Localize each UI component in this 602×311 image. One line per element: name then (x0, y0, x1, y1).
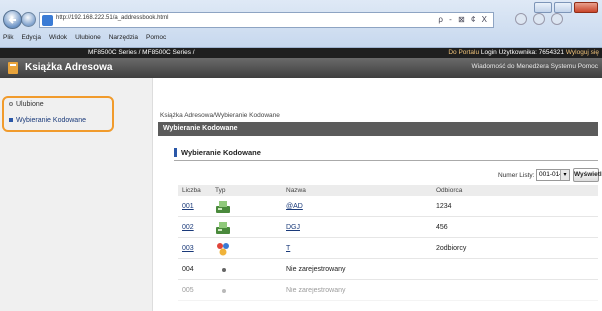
fax-icon (216, 222, 230, 234)
column-name: Nazwa (286, 187, 306, 194)
page-favicon (42, 15, 53, 26)
bullet-icon (9, 102, 13, 107)
section-title: Wybieranie Kodowane (163, 125, 238, 132)
entry-number: 005 (182, 287, 194, 294)
menu-help[interactable]: Pomoc (146, 34, 166, 46)
address-bar[interactable]: http://192.168.222.51/a_addressbook.html… (39, 12, 494, 28)
logout-link[interactable]: Wyloguj się (566, 49, 599, 56)
chevron-down-icon: ▾ (560, 170, 569, 180)
entry-number-link[interactable]: 001 (182, 203, 194, 210)
url-text: http://192.168.222.51/a_addressbook.html (56, 15, 169, 21)
bullet-icon (9, 118, 13, 123)
table-row: 002 DGJ 456 (178, 218, 598, 238)
tools-gear-icon[interactable] (551, 13, 563, 25)
address-book-icon (8, 62, 18, 74)
group-icon (217, 243, 229, 256)
portal-link[interactable]: Do Portalu (448, 49, 479, 56)
entry-number-link[interactable]: 003 (182, 245, 194, 252)
entry-name-link[interactable]: @AD (286, 203, 303, 210)
menu-favorites[interactable]: Ulubione (75, 34, 101, 46)
browser-titlebar: http://192.168.222.51/a_addressbook.html… (0, 0, 602, 48)
arrow-left-icon (8, 16, 16, 24)
empty-type-icon (222, 289, 226, 293)
sidebar-item-coded-dial[interactable]: Wybieranie Kodowane (9, 117, 86, 124)
menu-file[interactable]: Plik (3, 34, 13, 46)
list-number-select[interactable]: 001-014 ▾ (536, 169, 570, 181)
column-number: Liczba (182, 187, 201, 194)
close-button[interactable] (574, 2, 598, 13)
app-header: Książka Adresowa Wiadomość do Menedżera … (0, 58, 602, 78)
sidebar-item-label: Ulubione (16, 101, 44, 108)
empty-type-icon (222, 268, 226, 272)
sidebar-item-favorites[interactable]: Ulubione (9, 101, 44, 108)
product-bar: MF8500C Series / MF8500C Series / Do Por… (0, 48, 602, 58)
column-recipient: Odbiorca (436, 187, 463, 194)
entry-name: Nie zarejestrowany (286, 287, 346, 294)
entry-number-link[interactable]: 002 (182, 224, 194, 231)
entry-name-link[interactable]: T (286, 245, 290, 252)
subsection-title: Wybieranie Kodowane (174, 148, 261, 157)
entry-recipient: 2odbiorcy (436, 245, 467, 252)
show-button[interactable]: Wyświetl (573, 168, 602, 182)
entry-recipient: 456 (436, 224, 448, 231)
section-title-bar: Wybieranie Kodowane (158, 122, 598, 136)
login-label: Login Użytkownika: 7654321 (480, 49, 564, 56)
browser-toolbar-icons (515, 13, 563, 25)
header-links: Wiadomość do Menedżera Systemu Pomoc (472, 63, 598, 70)
menu-bar: Plik Edycja Widok Ulubione Narzędzia Pom… (0, 34, 166, 46)
menu-tools[interactable]: Narzędzia (109, 34, 138, 46)
entry-number: 004 (182, 266, 194, 273)
address-bar-controls[interactable]: ρ - ⊠ ¢ X (438, 15, 489, 24)
admin-message-link[interactable]: Wiadomość do Menedżera Systemu (472, 63, 576, 70)
divider (174, 160, 598, 161)
forward-button[interactable] (21, 12, 36, 27)
sidebar-item-label: Wybieranie Kodowane (16, 117, 86, 124)
entry-name-link[interactable]: DGJ (286, 224, 300, 231)
menu-view[interactable]: Widok (49, 34, 67, 46)
browser-window: { "browser": { "url": "http://192.168.22… (0, 0, 602, 311)
table-row: 004 Nie zarejestrowany (178, 260, 598, 280)
menu-edit[interactable]: Edycja (21, 34, 41, 46)
minimize-button[interactable] (534, 2, 552, 13)
entry-name: Nie zarejestrowany (286, 266, 346, 273)
entry-recipient: 1234 (436, 203, 452, 210)
page-title: Książka Adresowa (25, 62, 113, 73)
table-row: 005 Nie zarejestrowany (178, 281, 598, 301)
list-number-label: Numer Listy: (498, 172, 535, 179)
product-name: MF8500C Series / MF8500C Series / (88, 49, 195, 56)
table-row: 001 @AD 1234 (178, 197, 598, 217)
breadcrumb: Książka Adresowa/Wybieranie Kodowane (160, 112, 280, 119)
home-icon[interactable] (515, 13, 527, 25)
window-controls (532, 2, 598, 13)
table-row: 003 T 2odbiorcy (178, 239, 598, 259)
maximize-button[interactable] (554, 2, 572, 13)
column-type: Typ (215, 187, 226, 194)
user-area: Do Portalu Login Użytkownika: 7654321 Wy… (448, 49, 599, 56)
help-link[interactable]: Pomoc (578, 63, 598, 70)
table-header: Liczba Typ Nazwa Odbiorca (178, 185, 598, 196)
favorites-star-icon[interactable] (533, 13, 545, 25)
fax-icon (216, 201, 230, 213)
back-button[interactable] (3, 10, 22, 29)
